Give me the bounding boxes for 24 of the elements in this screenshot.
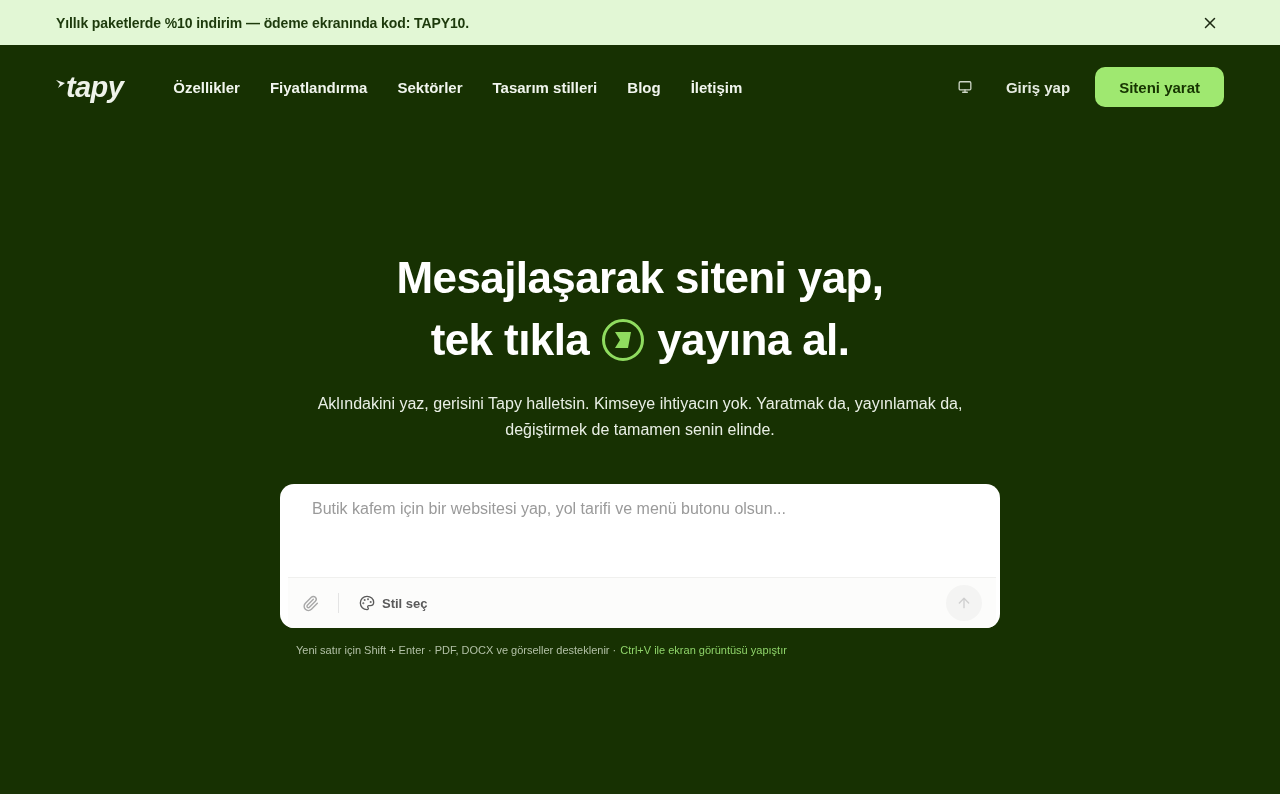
monitor-icon[interactable]	[957, 80, 972, 94]
paperclip-icon[interactable]	[302, 594, 319, 612]
headline-text: tek tıkla	[430, 314, 590, 366]
logo[interactable]: tapy	[56, 70, 124, 104]
create-site-button[interactable]: Siteni yarat	[1095, 67, 1224, 107]
nav-link[interactable]: Sektörler	[397, 78, 463, 96]
headline-text: yayına al.	[657, 314, 850, 366]
prompt-field[interactable]: Butik kafem için bir websitesi yap, yol tarifi ve menü butonu olsun...	[280, 484, 1000, 577]
nav-link[interactable]: Fiyatlandırma	[269, 78, 368, 96]
logo-mark-icon	[56, 79, 65, 88]
announcement-text: Yıllık paketlerde %10 indirim — ödeme ekranında kod: TAPY10.	[56, 14, 470, 31]
style-button[interactable]: Stil seç	[359, 595, 428, 611]
hero-subtitle: Aklındakini yaz, gerisini Tapy halletsin. Kimseye ihtiyacın yok. Yaratmak da, yayınlamak da, değiştirmek de tamamen senin elinde.	[316, 394, 964, 440]
hint-text: Ctrl+V ile ekran görüntüsü yapıştır	[620, 643, 787, 658]
circled-flag-icon	[601, 318, 646, 362]
nav-link[interactable]: İletişim	[690, 78, 743, 96]
nav-link[interactable]: Tasarım stilleri	[492, 78, 598, 96]
hint-text: Yeni satır için Shift + Enter · PDF, DOCX ve görseller desteklenir ·	[296, 643, 617, 658]
nav-link[interactable]: Özellikler	[173, 78, 240, 96]
headline-text: Mesajlaşarak siteni yap,	[396, 252, 884, 304]
prompt-card[interactable]: Butik kafem için bir websitesi yap, yol tarifi ve menü butonu olsun... Stil seç	[280, 484, 1000, 628]
palette-icon	[359, 595, 375, 611]
nav-link[interactable]: Blog	[627, 78, 661, 96]
login-link[interactable]: Giriş yap	[1005, 78, 1071, 96]
